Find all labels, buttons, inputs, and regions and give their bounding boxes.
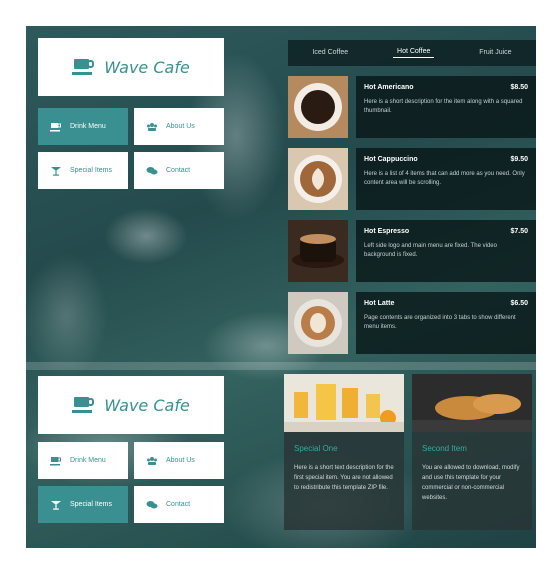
item-name: Hot Espresso (364, 228, 410, 235)
cocktail-icon (51, 166, 61, 176)
nav-label: Drink Menu (70, 457, 106, 464)
hot-cappuccino-image (288, 148, 348, 210)
tab-fruit-juice[interactable]: Fruit Juice (475, 49, 515, 58)
nav-about-us[interactable]: About Us (134, 108, 224, 145)
nav-label: Special Items (70, 167, 113, 174)
item-description: Here is a list of 4 items that can add m… (364, 171, 525, 186)
users-icon (147, 456, 157, 465)
tab-hot-coffee[interactable]: Hot Coffee (393, 48, 435, 58)
hot-latte-image (288, 292, 348, 354)
item-name: Hot Cappuccino (364, 156, 418, 163)
nav-label: Drink Menu (70, 123, 106, 130)
coffee-icon (50, 122, 61, 131)
coffee-cup-icon (72, 59, 95, 75)
nav-special-items[interactable]: Special Items (38, 152, 128, 189)
logo-bottom[interactable]: Wave Cafe (38, 376, 224, 434)
nav-about-us[interactable]: About Us (134, 442, 224, 479)
nav-label: About Us (166, 457, 195, 464)
chat-icon (146, 166, 158, 174)
special-title: Special One (294, 444, 338, 453)
nav-label: Special Items (70, 501, 113, 508)
cocktail-icon (51, 500, 61, 510)
item-price: $9.50 (510, 156, 528, 163)
coffee-cup-icon (72, 397, 95, 413)
users-icon (147, 122, 157, 131)
item-price: $8.50 (510, 84, 528, 91)
coffee-icon (50, 456, 61, 465)
menu-item-card: Hot Latte $6.50 Page contents are organiz… (356, 292, 536, 354)
nav-label: About Us (166, 123, 195, 130)
logo-text: Wave Cafe (104, 395, 190, 415)
drink-tabs: Iced Coffee Hot Coffee Fruit Juice (288, 40, 536, 66)
special-one-image (284, 374, 404, 432)
menu-item-card: Hot Americano $8.50 Here is a short descr… (356, 76, 536, 138)
special-card: Special One Here is a short text descrip… (284, 432, 404, 530)
screenshot-divider (26, 362, 536, 370)
special-card: Second Item You are allowed to download,… (412, 432, 532, 530)
menu-item-card: Hot Cappuccino $9.50 Here is a list of 4 … (356, 148, 536, 210)
nav-label: Contact (166, 167, 191, 174)
item-description: Page contents are organized into 3 tabs … (364, 315, 516, 330)
logo-text: Wave Cafe (104, 57, 190, 77)
logo-top[interactable]: Wave Cafe (38, 38, 224, 96)
special-description: Here is a short text description for the… (294, 465, 394, 491)
nav-contact[interactable]: Contact (134, 486, 224, 523)
special-title: Second Item (422, 444, 467, 453)
second-item-image (412, 374, 532, 432)
item-name: Hot Americano (364, 84, 414, 91)
chat-icon (146, 500, 158, 508)
item-price: $7.50 (510, 228, 528, 235)
item-name: Hot Latte (364, 300, 395, 307)
nav-special-items[interactable]: Special Items (38, 486, 128, 523)
item-description: Left side logo and main menu are fixed. … (364, 243, 497, 258)
wave-cafe-screenshots: Wave Cafe Drink Menu About Us Special It… (26, 26, 536, 548)
special-description: You are allowed to download, modify and … (422, 465, 520, 501)
hot-espresso-image (288, 220, 348, 282)
nav-label: Contact (166, 501, 191, 508)
nav-drink-menu[interactable]: Drink Menu (38, 442, 128, 479)
nav-contact[interactable]: Contact (134, 152, 224, 189)
item-price: $6.50 (510, 300, 528, 307)
nav-drink-menu[interactable]: Drink Menu (38, 108, 128, 145)
menu-item-card: Hot Espresso $7.50 Left side logo and mai… (356, 220, 536, 282)
hot-americano-image (288, 76, 348, 138)
tab-iced-coffee[interactable]: Iced Coffee (308, 49, 352, 58)
item-description: Here is a short description for the item… (364, 99, 523, 114)
